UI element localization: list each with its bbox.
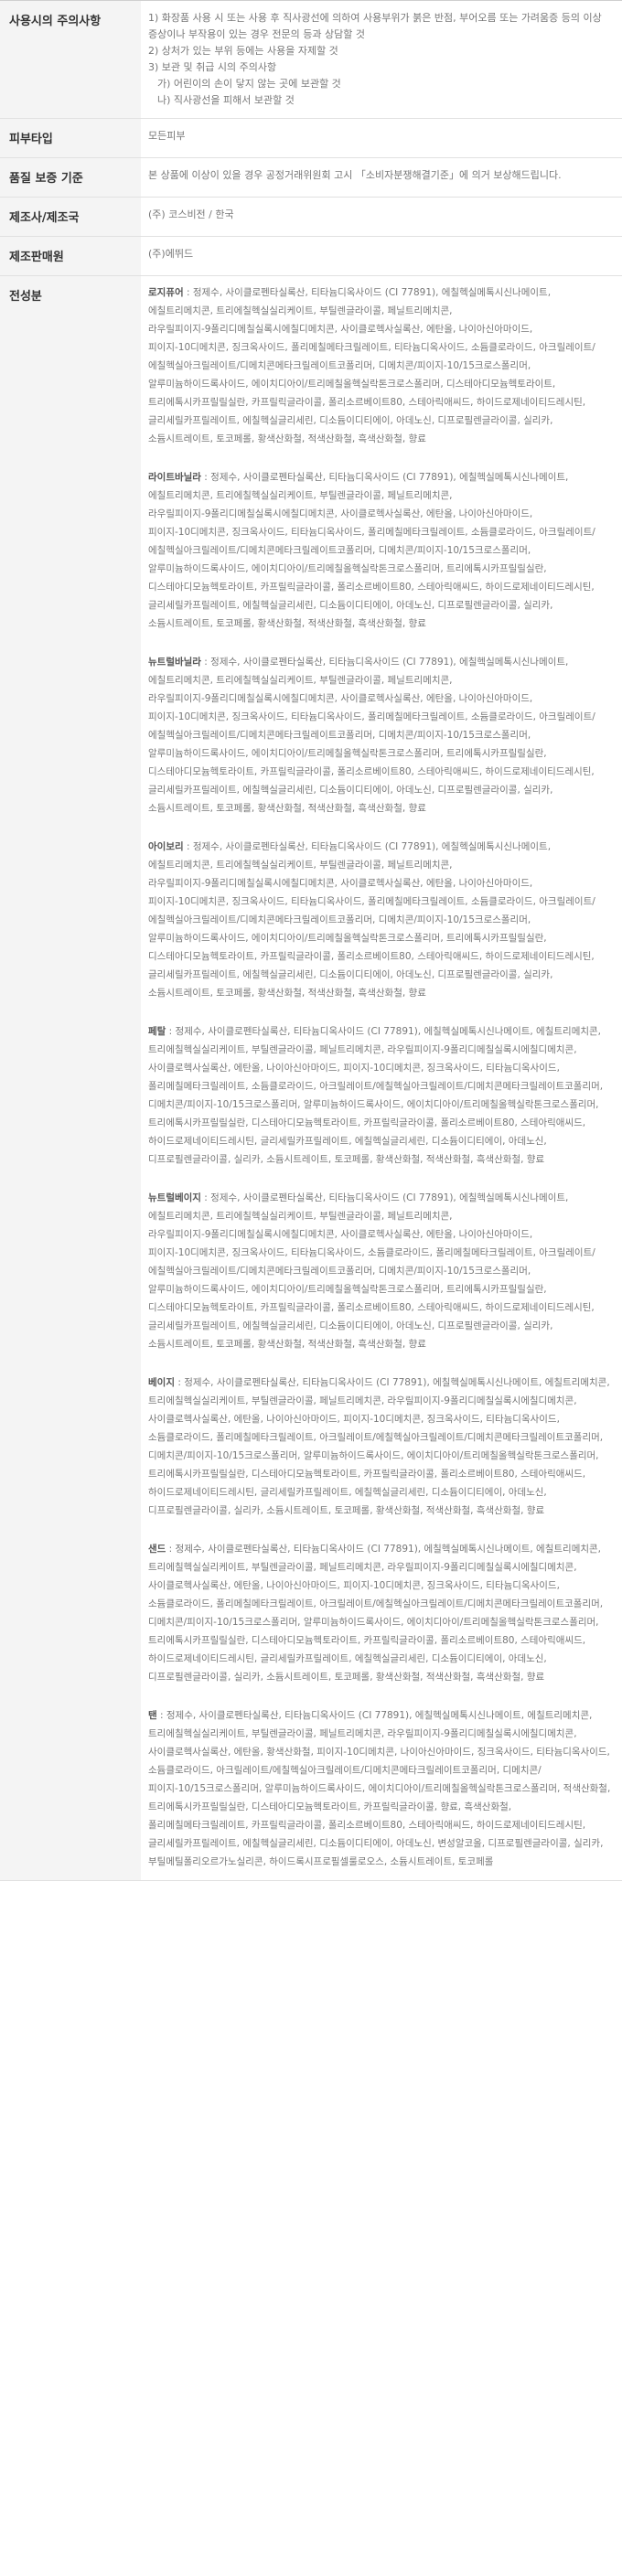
ingredient-list: : 정제수, 사이클로펜타실록산, 티타늄디옥사이드 (CI 77891), 에… (148, 1026, 604, 1165)
shade-name: 베이지 (148, 1377, 175, 1388)
ingredient-list: : 정제수, 사이클로펜타실록산, 티타늄디옥사이드 (CI 77891), 에… (148, 1710, 611, 1867)
precaution-line: 3) 보관 및 취급 시의 주의사항 (148, 61, 277, 73)
precaution-line: 1) 화장품 사용 시 또는 사용 후 직사광선에 의하여 사용부위가 붉은 반… (148, 12, 602, 40)
product-info-page: 사용시의 주의사항 1) 화장품 사용 시 또는 사용 후 직사광선에 의하여 … (0, 0, 622, 1881)
row-seller: 제조판매원 (주)에뛰드 (0, 236, 622, 276)
product-info-table: 사용시의 주의사항 1) 화장품 사용 시 또는 사용 후 직사광선에 의하여 … (0, 1, 622, 1881)
manufacturer-label: 제조사/제조국 (0, 197, 141, 237)
quality-value: 본 상품에 이상이 있을 경우 공정거래위원회 고시 「소비자분쟁해결기준」에 … (141, 157, 622, 198)
precaution-line: 가) 어린이의 손이 닿지 않는 곳에 보관할 것 (157, 78, 341, 90)
ingredient-group: 아이보리 : 정제수, 사이클로펜타실록산, 티타늄디옥사이드 (CI 7789… (148, 838, 615, 1002)
skin-type-value: 모든피부 (141, 118, 622, 158)
ingredient-group: 뉴트럴바닐라 : 정제수, 사이클로펜타실록산, 티타늄디옥사이드 (CI 77… (148, 653, 615, 818)
seller-value: (주)에뛰드 (141, 236, 622, 276)
shade-name: 페탈 (148, 1026, 166, 1037)
ingredient-list: : 정제수, 사이클로펜타실록산, 티타늄디옥사이드 (CI 77891), 에… (148, 841, 595, 999)
shade-name: 샌드 (148, 1544, 166, 1555)
quality-label: 품질 보증 기준 (0, 157, 141, 198)
shade-name: 라이트바닐라 (148, 472, 201, 483)
row-ingredients: 전성분 로지퓨어 : 정제수, 사이클로펜타실록산, 티타늄디옥사이드 (CI … (0, 275, 622, 1881)
row-precautions: 사용시의 주의사항 1) 화장품 사용 시 또는 사용 후 직사광선에 의하여 … (0, 1, 622, 119)
ingredient-list: : 정제수, 사이클로펜타실록산, 티타늄디옥사이드 (CI 77891), 에… (148, 657, 595, 814)
seller-label: 제조판매원 (0, 236, 141, 276)
shade-name: 로지퓨어 (148, 287, 184, 298)
ingredient-group: 페탈 : 정제수, 사이클로펜타실록산, 티타늄디옥사이드 (CI 77891)… (148, 1022, 615, 1169)
shade-name: 아이보리 (148, 841, 184, 852)
ingredient-list: : 정제수, 사이클로펜타실록산, 티타늄디옥사이드 (CI 77891), 에… (148, 287, 595, 444)
row-manufacturer: 제조사/제조국 (주) 코스비전 / 한국 (0, 197, 622, 237)
ingredient-group: 로지퓨어 : 정제수, 사이클로펜타실록산, 티타늄디옥사이드 (CI 7789… (148, 283, 615, 448)
ingredient-list: : 정제수, 사이클로펜타실록산, 티타늄디옥사이드 (CI 77891), 에… (148, 1377, 610, 1516)
precautions-label: 사용시의 주의사항 (0, 1, 141, 119)
ingredient-group: 라이트바닐라 : 정제수, 사이클로펜타실록산, 티타늄디옥사이드 (CI 77… (148, 468, 615, 633)
row-quality: 품질 보증 기준 본 상품에 이상이 있을 경우 공정거래위원회 고시 「소비자… (0, 157, 622, 198)
ingredient-group: 베이지 : 정제수, 사이클로펜타실록산, 티타늄디옥사이드 (CI 77891… (148, 1374, 615, 1520)
ingredients-label: 전성분 (0, 275, 141, 1881)
ingredient-list: : 정제수, 사이클로펜타실록산, 티타늄디옥사이드 (CI 77891), 에… (148, 1544, 604, 1683)
ingredient-group: 뉴트럴베이지 : 정제수, 사이클로펜타실록산, 티타늄디옥사이드 (CI 77… (148, 1189, 615, 1353)
shade-name: 탠 (148, 1710, 157, 1721)
ingredient-list: : 정제수, 사이클로펜타실록산, 티타늄디옥사이드 (CI 77891), 에… (148, 1192, 595, 1350)
shade-name: 뉴트럴베이지 (148, 1192, 201, 1203)
ingredient-list: : 정제수, 사이클로펜타실록산, 티타늄디옥사이드 (CI 77891), 에… (148, 472, 595, 629)
shade-name: 뉴트럴바닐라 (148, 657, 201, 668)
precaution-line: 2) 상처가 있는 부위 등에는 사용을 자제할 것 (148, 45, 338, 57)
ingredient-group: 샌드 : 정제수, 사이클로펜타실록산, 티타늄디옥사이드 (CI 77891)… (148, 1540, 615, 1686)
row-skin-type: 피부타입 모든피부 (0, 118, 622, 158)
manufacturer-value: (주) 코스비전 / 한국 (141, 197, 622, 237)
skin-type-label: 피부타입 (0, 118, 141, 158)
ingredient-group: 탠 : 정제수, 사이클로펜타실록산, 티타늄디옥사이드 (CI 77891),… (148, 1706, 615, 1871)
precautions-value: 1) 화장품 사용 시 또는 사용 후 직사광선에 의하여 사용부위가 붉은 반… (141, 1, 622, 119)
ingredients-value: 로지퓨어 : 정제수, 사이클로펜타실록산, 티타늄디옥사이드 (CI 7789… (141, 275, 622, 1881)
precaution-line: 나) 직사광선을 피해서 보관할 것 (157, 94, 295, 106)
